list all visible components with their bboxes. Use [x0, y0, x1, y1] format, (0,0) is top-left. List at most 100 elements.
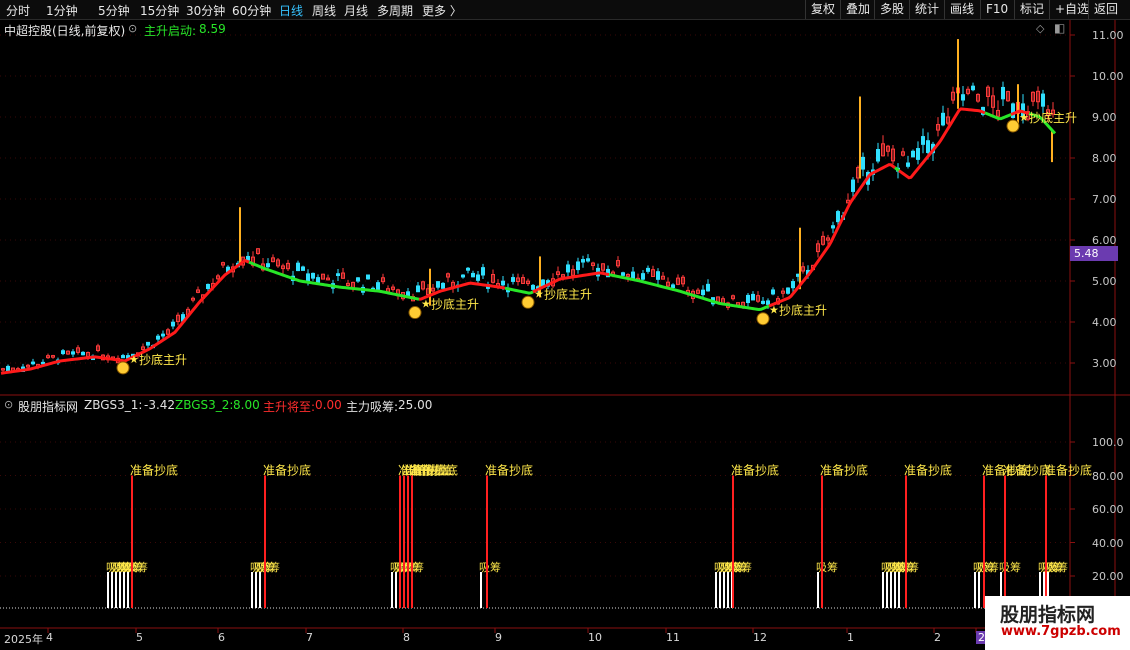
zbgs3-1-value: -3.42	[144, 398, 176, 412]
star-icon: ★	[1019, 111, 1029, 124]
candle-body	[576, 261, 580, 271]
y-tick: 3.00	[1092, 357, 1117, 370]
watermark-title: 股朋指标网	[1000, 604, 1096, 626]
sub-collapse-icon[interactable]: ⊙	[4, 398, 13, 411]
candle-body	[861, 156, 865, 170]
candle-body	[161, 333, 165, 337]
ready-label: 准备抄底	[485, 463, 533, 478]
candle-body	[6, 365, 10, 372]
signal-label: 抄底主升	[139, 352, 187, 367]
candle-body	[376, 282, 380, 290]
candle-body	[926, 140, 930, 153]
candle-body	[156, 335, 160, 340]
candle-body	[476, 274, 480, 281]
y-tick: 7.00	[1092, 193, 1117, 206]
candle-body	[481, 267, 485, 276]
candle-body	[366, 274, 370, 280]
indicator-value: 8.59	[199, 22, 226, 36]
candle-body	[61, 350, 65, 355]
candle-body	[916, 148, 920, 160]
star-icon: ★	[769, 304, 779, 317]
ma-line-falling	[248, 260, 420, 301]
x-tick: 9	[495, 631, 502, 644]
y-tick: 8.00	[1092, 152, 1117, 165]
candle-body	[566, 264, 570, 273]
accumulate-label: 吸筹	[897, 560, 919, 574]
accumulate-label: 吸筹	[258, 560, 280, 574]
coin-icon	[756, 312, 770, 326]
accumulate-label: 吸筹	[479, 560, 501, 574]
window-toggle-icon[interactable]: ◧	[1054, 21, 1065, 35]
accumulate-label: 吸筹	[977, 560, 999, 574]
coin-icon	[408, 306, 422, 320]
sub-y-tick: 100.0	[1092, 436, 1124, 449]
candle-body	[336, 273, 340, 277]
candle-body	[441, 282, 445, 289]
candle-body	[1041, 93, 1045, 107]
x-tick: 7	[306, 631, 313, 644]
x-tick: 1	[847, 631, 854, 644]
sub-y-tick: 20.00	[1092, 570, 1124, 583]
zbgs3-1-label: ZBGS3_1:	[84, 398, 143, 412]
diamond-icon[interactable]: ◇	[1036, 22, 1044, 35]
candle-body	[911, 150, 915, 158]
sub-indicator-title[interactable]: 股朋指标网	[18, 398, 78, 415]
candle-body	[71, 351, 75, 355]
candle-body	[581, 259, 585, 263]
candle-body	[921, 136, 925, 145]
collapse-icon[interactable]: ⊙	[128, 22, 137, 35]
candle-body	[471, 272, 475, 278]
stock-title[interactable]: 中超控股(日线,前复权)	[4, 22, 125, 39]
candle-body	[621, 272, 625, 276]
candle-body	[836, 211, 840, 223]
candle-body	[791, 281, 795, 289]
candle-body	[1001, 86, 1005, 100]
candle-body	[641, 273, 645, 280]
star-icon: ★	[534, 287, 544, 300]
candle-body	[706, 283, 710, 292]
candle-body	[961, 94, 965, 101]
candle-body	[906, 162, 910, 167]
candle-body	[851, 179, 855, 192]
candle-body	[31, 361, 35, 365]
candle-body	[876, 148, 880, 162]
coin-icon	[1006, 119, 1020, 133]
ma-line-rising	[768, 163, 896, 308]
y-tick: 10.00	[1092, 70, 1124, 83]
y-tick: 9.00	[1092, 111, 1117, 124]
x-tick: 11	[666, 631, 680, 644]
signal-label: 抄底主升	[1029, 110, 1077, 125]
main-rise-value: 0.00	[315, 398, 342, 412]
kline-chart-canvas[interactable]: ★ 抄底主升★ 抄底主升★ 抄底主升★ 抄底主升★ 抄底主升吸筹吸筹吸筹吸筹吸筹 吸筹吸筹吸…	[0, 0, 1130, 650]
sub-y-tick: 80.00	[1092, 470, 1124, 483]
ready-label: 准备抄底	[130, 463, 178, 478]
candle-body	[646, 267, 650, 272]
candle-body	[266, 263, 270, 268]
candle-body	[586, 258, 590, 262]
candle-body	[786, 287, 790, 294]
ready-label: 准备抄底	[731, 463, 779, 478]
ready-label: 准备抄底	[410, 463, 458, 478]
star-icon: ★	[129, 353, 139, 366]
y-tick: 4.00	[1092, 316, 1117, 329]
signal-label: 抄底主升	[779, 303, 827, 318]
candle-body	[501, 280, 505, 286]
ready-label: 准备抄底	[263, 463, 311, 478]
x-tick-year: 2025年	[4, 633, 43, 646]
candle-body	[466, 267, 470, 271]
candle-body	[771, 289, 775, 295]
x-tick: 6	[218, 631, 225, 644]
candle-body	[461, 274, 465, 278]
candle-body	[831, 225, 835, 229]
y-tick: 11.00	[1092, 29, 1124, 42]
candle-body	[301, 266, 305, 271]
y-tick: 5.00	[1092, 275, 1117, 288]
accumulate-label: 主力吸筹:	[346, 400, 399, 414]
candle-body	[436, 281, 440, 288]
sub-y-tick: 60.00	[1092, 503, 1124, 516]
ready-label: 准备抄底	[820, 463, 868, 478]
x-tick: 2	[934, 631, 941, 644]
candle-body	[146, 341, 150, 346]
candle-body	[121, 355, 125, 359]
candle-body	[296, 262, 300, 272]
